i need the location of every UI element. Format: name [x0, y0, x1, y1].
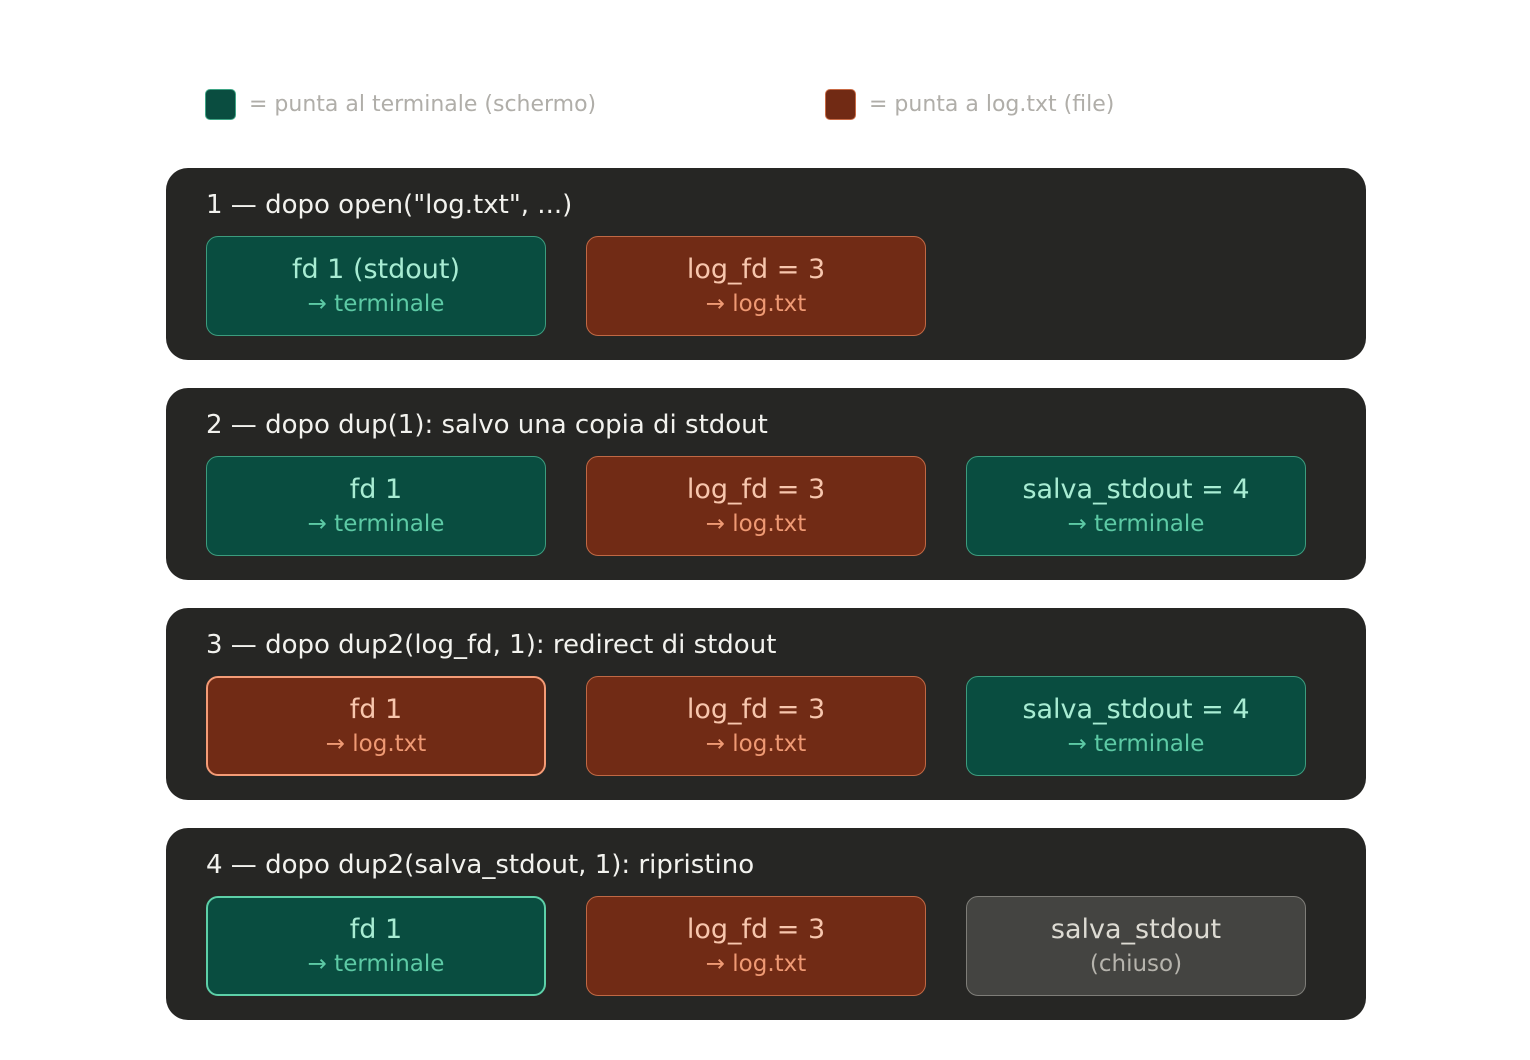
legend-terminal-swatch	[205, 89, 236, 120]
fd-box-stdout: fd 1 (stdout) → terminale	[206, 236, 546, 336]
fd-box-salva-stdout-closed: salva_stdout (chiuso)	[966, 896, 1306, 996]
fd-target: → log.txt	[705, 731, 807, 757]
fd-label: log_fd = 3	[686, 914, 826, 945]
fd-label: salva_stdout = 4	[1022, 694, 1250, 725]
fd-box-log-fd: log_fd = 3 → log.txt	[586, 896, 926, 996]
fd-label: fd 1	[349, 694, 403, 725]
step-title: 2 — dopo dup(1): salvo una copia di stdo…	[206, 410, 768, 440]
step-title: 1 — dopo open("log.txt", ...)	[206, 190, 573, 220]
fd-label: log_fd = 3	[686, 474, 826, 505]
fd-box-salva-stdout: salva_stdout = 4 → terminale	[966, 456, 1306, 556]
fd-target: → log.txt	[705, 951, 807, 977]
fd-label: fd 1	[349, 914, 403, 945]
fd-label: fd 1 (stdout)	[291, 254, 461, 285]
fd-target: → terminale	[1067, 511, 1205, 537]
fd-target: → terminale	[307, 951, 445, 977]
fd-box-log-fd: log_fd = 3 → log.txt	[586, 676, 926, 776]
fd-box-salva-stdout: salva_stdout = 4 → terminale	[966, 676, 1306, 776]
step-panel-4: 4 — dopo dup2(salva_stdout, 1): ripristi…	[166, 828, 1366, 1020]
legend-terminal-label: = punta al terminale (schermo)	[249, 92, 597, 117]
fd-label: fd 1	[349, 474, 403, 505]
legend-file-label: = punta a log.txt (file)	[869, 92, 1115, 117]
fd-target: (chiuso)	[1089, 951, 1183, 977]
step-panel-2: 2 — dopo dup(1): salvo una copia di stdo…	[166, 388, 1366, 580]
fd-box-stdout: fd 1 → terminale	[206, 896, 546, 996]
fd-box-log-fd: log_fd = 3 → log.txt	[586, 456, 926, 556]
legend-file: = punta a log.txt (file)	[825, 88, 1114, 121]
fd-label: log_fd = 3	[686, 694, 826, 725]
fd-label: salva_stdout = 4	[1022, 474, 1250, 505]
step-title: 3 — dopo dup2(log_fd, 1): redirect di st…	[206, 630, 777, 660]
fd-box-log-fd: log_fd = 3 → log.txt	[586, 236, 926, 336]
step-title: 4 — dopo dup2(salva_stdout, 1): ripristi…	[206, 850, 755, 880]
legend-terminal: = punta al terminale (schermo)	[205, 88, 596, 121]
fd-target: → log.txt	[325, 731, 427, 757]
step-panel-1: 1 — dopo open("log.txt", ...) fd 1 (stdo…	[166, 168, 1366, 360]
fd-target: → log.txt	[705, 291, 807, 317]
fd-box-stdout: fd 1 → terminale	[206, 456, 546, 556]
legend-file-swatch	[825, 89, 856, 120]
fd-target: → terminale	[307, 511, 445, 537]
fd-target: → log.txt	[705, 511, 807, 537]
fd-target: → terminale	[1067, 731, 1205, 757]
fd-label: salva_stdout	[1050, 914, 1222, 945]
fd-label: log_fd = 3	[686, 254, 826, 285]
fd-target: → terminale	[307, 291, 445, 317]
fd-box-stdout: fd 1 → log.txt	[206, 676, 546, 776]
step-panel-3: 3 — dopo dup2(log_fd, 1): redirect di st…	[166, 608, 1366, 800]
